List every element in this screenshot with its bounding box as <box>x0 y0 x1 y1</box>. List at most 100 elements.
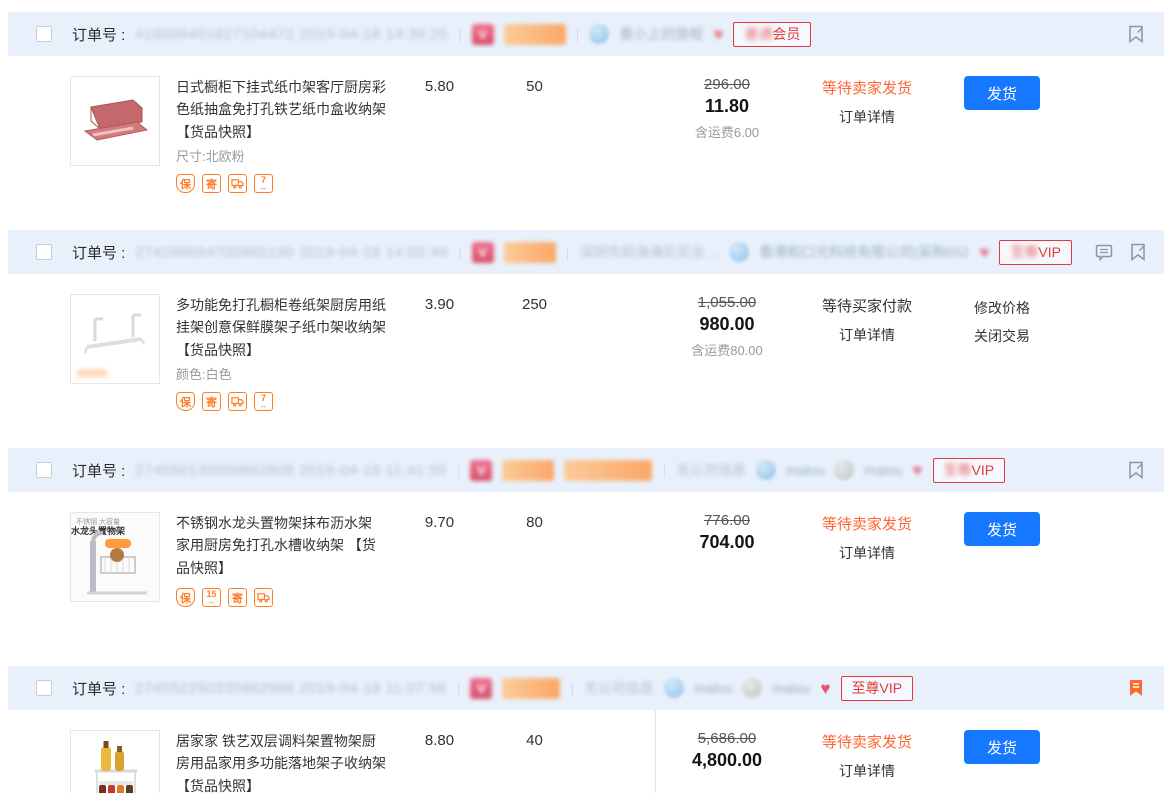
truck-icon <box>254 588 273 607</box>
member-badge: 至尊VIP <box>841 676 914 701</box>
order-status: 等待买家付款 <box>802 295 932 316</box>
action-column: 发货 <box>932 730 1072 764</box>
product-info: 不锈钢水龙头置物架抹布沥水架 家用厨房免打孔水槽收纳架 【货品快照】 保 15↔… <box>176 512 392 607</box>
actual-price: 4,800.00 <box>652 750 802 771</box>
quantity: 50 <box>487 76 582 95</box>
order-checkbox[interactable] <box>36 244 52 260</box>
buyer-company: 无公司信息 <box>584 678 654 698</box>
member-badge: 普通会员 <box>733 22 811 47</box>
heart-icon[interactable] <box>912 462 922 479</box>
product-title[interactable]: 居家家 铁艺双层调料架置物架厨房用品家用多功能落地架子收纳架 【货品快照】 <box>176 730 388 793</box>
guarantee-icon: 保 <box>176 392 195 411</box>
truck-icon <box>228 174 247 193</box>
product-title[interactable]: 多功能免打孔橱柜卷纸架厨房用纸挂架创意保鲜膜架子纸巾架收纳架 【货品快照】 <box>176 294 388 361</box>
order-card: 订单号 : 274299564700965190 2019-04-18 14:0… <box>8 230 1164 437</box>
buyer-name: malou <box>864 462 902 478</box>
unit-price: 8.80 <box>392 730 487 749</box>
product-sku: 颜色:白色 <box>176 364 392 383</box>
member-level-suffix: VIP <box>972 462 995 478</box>
product-image[interactable]: 不锈钢 大容量 水龙头置物架 <box>70 512 160 602</box>
order-total: 5,686.00 4,800.00 <box>652 730 802 771</box>
order-status: 等待卖家发货 <box>802 731 932 752</box>
memo-icon-active[interactable] <box>1124 676 1148 700</box>
order-body: 多功能免打孔橱柜卷纸架厨房用纸挂架创意保鲜膜架子纸巾架收纳架 【货品快照】 颜色… <box>8 274 1164 437</box>
member-level-suffix: 会员 <box>772 26 800 42</box>
mail-icon: 寄 <box>202 174 221 193</box>
buyer-avatar <box>664 678 684 698</box>
shipping-fee: 含运费6.00 <box>652 122 802 141</box>
order-card: 订单号 : 274552250335982608 2019-04-18 11:0… <box>8 666 1164 793</box>
order-detail-link[interactable]: 订单详情 <box>802 107 932 127</box>
order-status: 等待卖家发货 <box>802 513 932 534</box>
buyer-name: malou <box>772 680 810 696</box>
memo-icon[interactable] <box>1124 458 1148 482</box>
order-number-and-time: 274299564700965190 2019-04-18 14:05:49 <box>135 244 448 261</box>
promo-badge <box>504 242 556 263</box>
ship-button[interactable]: 发货 <box>964 730 1040 764</box>
column-divider <box>655 710 656 793</box>
modify-price-link[interactable]: 修改价格 <box>932 294 1072 322</box>
product-image[interactable] <box>70 730 160 793</box>
guarantee-icon: 保 <box>176 588 195 607</box>
action-column: 发货 <box>932 76 1072 110</box>
product-sku: 尺寸:北欧粉 <box>176 146 392 165</box>
heart-icon[interactable] <box>820 680 830 697</box>
order-no-label: 订单号 : <box>72 678 125 699</box>
original-price: 296.00 <box>652 76 802 93</box>
order-header: 订单号 : 274299564700965190 2019-04-18 14:0… <box>8 230 1164 274</box>
product-info: 多功能免打孔橱柜卷纸架厨房用纸挂架创意保鲜膜架子纸巾架收纳架 【货品快照】 颜色… <box>176 294 392 411</box>
close-trade-link[interactable]: 关闭交易 <box>932 322 1072 350</box>
member-badge: 至尊VIP <box>933 458 1006 483</box>
promo-badge <box>504 24 566 45</box>
status-column: 等待卖家发货 订单详情 <box>802 512 932 563</box>
unit-price: 3.90 <box>392 294 487 313</box>
mail-icon: 寄 <box>228 588 247 607</box>
quantity: 40 <box>487 730 582 749</box>
heart-icon[interactable] <box>713 26 723 43</box>
order-checkbox[interactable] <box>36 462 52 478</box>
product-title[interactable]: 不锈钢水龙头置物架抹布沥水架 家用厨房免打孔水槽收纳架 【货品快照】 <box>176 512 388 579</box>
order-number-and-time: 274552250335982608 2019-04-18 11:07:56 <box>135 680 447 697</box>
buyer-name: 香小上的旅程 <box>619 24 703 44</box>
ship-button[interactable]: 发货 <box>964 512 1040 546</box>
buyer-name: malou <box>786 462 824 478</box>
order-detail-link[interactable]: 订单详情 <box>802 325 932 345</box>
product-title[interactable]: 日式橱柜下挂式纸巾架客厅厨房彩色纸抽盒免打孔铁艺纸巾盒收纳架 【货品快照】 <box>176 76 388 143</box>
quantity: 80 <box>487 512 582 531</box>
ship-button[interactable]: 发货 <box>964 76 1040 110</box>
buyer-avatar <box>729 242 749 262</box>
order-body: 日式橱柜下挂式纸巾架客厅厨房彩色纸抽盒免打孔铁艺纸巾盒收纳架 【货品快照】 尺寸… <box>8 56 1164 219</box>
memo-icon[interactable] <box>1124 22 1148 46</box>
order-total: 1,055.00 980.00 含运费80.00 <box>652 294 802 359</box>
buyer-name: malou <box>694 680 732 696</box>
actual-price: 11.80 <box>652 96 802 117</box>
member-level-suffix: VIP <box>880 680 903 696</box>
memo-icon[interactable] <box>1126 240 1150 264</box>
guarantee-icon: 保 <box>176 174 195 193</box>
buyer-company: 无公司信息 <box>676 460 746 480</box>
order-header: 订单号 : 274550130009662608 2019-04-18 11:4… <box>8 448 1164 492</box>
mail-icon: 寄 <box>202 392 221 411</box>
order-checkbox[interactable] <box>36 26 52 42</box>
member-level-prefix: 至尊 <box>944 462 972 478</box>
status-column: 等待卖家发货 订单详情 <box>802 76 932 127</box>
promo-badge <box>502 460 554 481</box>
order-checkbox[interactable] <box>36 680 52 696</box>
order-detail-link[interactable]: 订单详情 <box>802 761 932 781</box>
divider: | <box>570 680 574 696</box>
order-list-page: 订单号 : 419006401627104472 2019-04-18 14:3… <box>0 0 1172 793</box>
service-icons: 保 寄 7↔ <box>176 392 392 411</box>
buyer-company: 深圳市前海海伦实业… <box>579 242 719 262</box>
product-image[interactable] <box>70 76 160 166</box>
order-detail-link[interactable]: 订单详情 <box>802 543 932 563</box>
order-status: 等待卖家发货 <box>802 77 932 98</box>
comment-icon[interactable] <box>1092 240 1116 264</box>
status-column: 等待买家付款 订单详情 <box>802 294 932 345</box>
product-image[interactable] <box>70 294 160 384</box>
member-level-prefix: 至尊 <box>1010 244 1038 260</box>
heart-icon[interactable] <box>979 244 989 261</box>
buyer-name: 香港和口光科技有限公司(采购052 <box>759 242 969 262</box>
divider: | <box>662 462 666 478</box>
divider: | <box>458 244 462 260</box>
buyer-avatar <box>756 460 776 480</box>
